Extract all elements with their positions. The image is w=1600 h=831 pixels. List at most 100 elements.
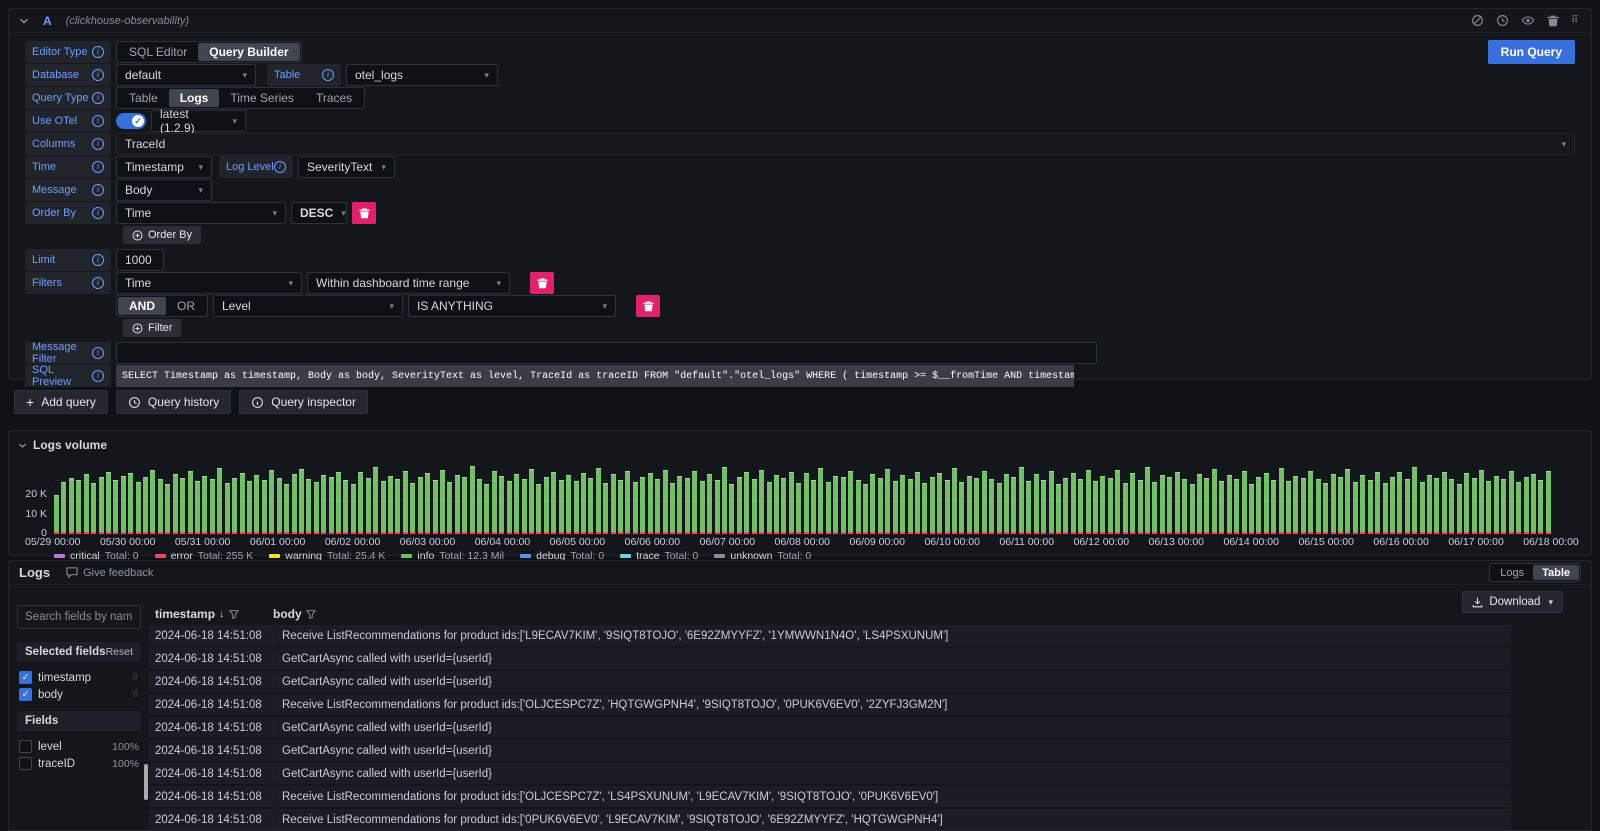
drag-query-icon[interactable]: ⠿ [1571, 18, 1581, 23]
hide-response-icon[interactable] [1521, 14, 1535, 27]
volume-bar [737, 477, 742, 534]
search-fields-input[interactable] [17, 605, 141, 629]
editor-type-option-sql-editor[interactable]: SQL Editor [118, 43, 198, 61]
log-table-row[interactable]: 2024-06-18 14:51:08Receive ListRecommend… [149, 694, 1511, 715]
add-query-button[interactable]: +Add query [14, 390, 108, 414]
bool-option-or[interactable]: OR [166, 297, 206, 315]
query-type-option-logs[interactable]: Logs [169, 89, 220, 107]
timestamp-column-header[interactable]: timestamp [155, 607, 215, 621]
order-by-direction-select[interactable]: DESC▾ [291, 202, 347, 224]
volume-bar [1538, 480, 1543, 534]
volume-bar [685, 478, 690, 534]
delete-query-icon[interactable] [1547, 14, 1559, 27]
time-column-select[interactable]: Timestamp▾ [116, 156, 212, 178]
x-axis-tick: 06/13 00:00 [1149, 536, 1204, 548]
selected-field-timestamp[interactable]: ✓ timestamp ⠿ [19, 669, 139, 686]
body-column-header[interactable]: body [273, 607, 302, 621]
volume-bar [499, 476, 504, 534]
checkbox-checked-icon[interactable]: ✓ [19, 688, 32, 701]
volume-bar [551, 472, 556, 534]
log-table-row[interactable]: 2024-06-18 14:51:08GetCartAsync called w… [149, 763, 1511, 784]
limit-input[interactable]: 1000 [116, 249, 164, 271]
field-level[interactable]: level100% [19, 738, 139, 755]
log-table-row[interactable]: 2024-06-18 14:51:08GetCartAsync called w… [149, 671, 1511, 692]
volume-bar [767, 482, 772, 534]
query-history-button[interactable]: Query history [116, 390, 231, 414]
log-table-row[interactable]: 2024-06-18 14:51:08Receive ListRecommend… [149, 625, 1511, 646]
use-otel-toggle[interactable]: ✓ [116, 113, 146, 129]
info-icon: i [92, 115, 104, 127]
log-table-row[interactable]: 2024-06-18 14:51:08GetCartAsync called w… [149, 740, 1511, 761]
remove-filter1-button[interactable] [530, 272, 554, 294]
order-by-field-select[interactable]: Time▾ [116, 202, 286, 224]
view-option-table[interactable]: Table [1533, 565, 1579, 580]
query-type-option-traces[interactable]: Traces [305, 89, 363, 107]
log-table-row[interactable]: 2024-06-18 14:51:08Receive ListRecommend… [149, 786, 1511, 807]
columns-multiselect[interactable]: TraceId▾ [116, 133, 1575, 155]
run-query-button[interactable]: Run Query [1488, 40, 1575, 64]
otel-version-select[interactable]: latest (1.2.9)▾ [151, 110, 246, 132]
editor-type-option-query-builder[interactable]: Query Builder [198, 43, 299, 61]
database-select[interactable]: default▾ [116, 64, 256, 86]
drag-handle-icon[interactable]: ⠿ [132, 693, 139, 697]
log-table-row[interactable]: 2024-06-18 14:51:08GetCartAsync called w… [149, 717, 1511, 738]
filter1-field-select[interactable]: Time▾ [116, 272, 302, 294]
filter2-value-select[interactable]: IS ANYTHING▾ [408, 295, 616, 317]
query-type-option-time-series[interactable]: Time Series [219, 89, 305, 107]
checkbox-checked-icon[interactable]: ✓ [19, 671, 32, 684]
x-axis-tick: 06/17 00:00 [1448, 536, 1503, 548]
volume-bar [69, 478, 74, 534]
field-name: timestamp [38, 672, 91, 684]
collapse-query-icon[interactable] [19, 16, 29, 26]
info-icon: i [322, 69, 334, 81]
filter-funnel-icon[interactable] [229, 609, 239, 619]
legend-swatch [269, 554, 280, 558]
remove-filter2-button[interactable] [636, 295, 660, 317]
log-table-row[interactable]: 2024-06-18 14:51:08GetCartAsync called w… [149, 648, 1511, 669]
log-table-row[interactable]: 2024-06-18 14:51:08Receive ListRecommend… [149, 809, 1511, 830]
filter-funnel-icon[interactable] [306, 609, 316, 619]
message-filter-input[interactable] [116, 342, 1097, 364]
message-column-select[interactable]: Body▾ [116, 179, 212, 201]
log-level-select[interactable]: SeverityText▾ [298, 156, 395, 178]
info-icon: i [92, 347, 104, 359]
view-option-logs[interactable]: Logs [1491, 565, 1533, 580]
volume-bar [1152, 482, 1157, 534]
x-axis-tick: 06/15 00:00 [1298, 536, 1353, 548]
add-filter-button[interactable]: Filter [123, 319, 181, 337]
x-axis-tick: 06/02 00:00 [325, 536, 380, 548]
collapse-panel-icon[interactable] [18, 441, 27, 450]
remove-order-by-button[interactable] [352, 202, 376, 224]
volume-bar [1464, 473, 1469, 534]
x-axis-tick: 06/01 00:00 [250, 536, 305, 548]
reset-fields-button[interactable]: Reset [106, 646, 133, 658]
volume-bar [165, 484, 170, 534]
filter2-field-select[interactable]: Level▾ [213, 295, 403, 317]
logs-volume-title: Logs volume [33, 438, 107, 452]
gridline [54, 500, 1551, 501]
query-type-radio-group: TableLogsTime SeriesTraces [116, 87, 365, 109]
volume-bar [306, 479, 311, 534]
disable-query-icon[interactable] [1471, 14, 1484, 27]
add-order-by-button[interactable]: Order By [123, 226, 201, 244]
query-history-icon[interactable] [1496, 14, 1509, 27]
chevron-down-icon: ▾ [496, 278, 501, 289]
sort-desc-icon[interactable]: ↓ [219, 608, 225, 620]
drag-handle-icon[interactable]: ⠿ [132, 676, 139, 680]
log-timestamp-cell: 2024-06-18 14:51:08 [149, 630, 273, 642]
volume-bar [1078, 479, 1083, 534]
info-icon: i [92, 92, 104, 104]
volume-bar [974, 478, 979, 534]
sidebar-scrollbar[interactable] [144, 764, 148, 800]
field-traceID[interactable]: traceID100% [19, 755, 139, 772]
bool-option-and[interactable]: AND [118, 297, 166, 315]
selected-field-body[interactable]: ✓body⠿ [19, 686, 139, 703]
filter1-value-select[interactable]: Within dashboard time range▾ [307, 272, 510, 294]
query-inspector-button[interactable]: Query inspector [239, 390, 368, 414]
log-timestamp-cell: 2024-06-18 14:51:08 [149, 722, 273, 734]
checkbox-unchecked-icon[interactable] [19, 757, 32, 770]
give-feedback-link[interactable]: Give feedback [66, 567, 153, 579]
checkbox-unchecked-icon[interactable] [19, 740, 32, 753]
table-select[interactable]: otel_logs▾ [346, 64, 498, 86]
query-type-option-table[interactable]: Table [118, 89, 169, 107]
